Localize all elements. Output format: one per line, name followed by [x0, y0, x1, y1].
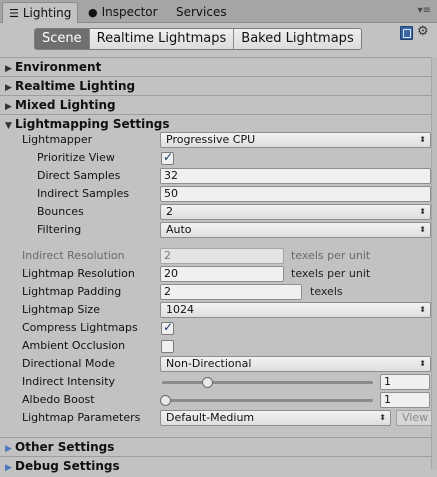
- dropdown-arrow-icon: ⬍: [419, 225, 426, 234]
- foldout-realtime-lighting[interactable]: ▶ Realtime Lighting: [0, 76, 431, 95]
- indirect-samples-label: Indirect Samples: [37, 187, 130, 200]
- tab-menu-icon[interactable]: ▾≡: [418, 3, 431, 19]
- filtering-value: Auto: [166, 223, 192, 236]
- tab-inspector[interactable]: ● Inspector: [82, 2, 164, 22]
- lightmap-padding-field[interactable]: 2: [160, 284, 302, 300]
- lightmap-parameters-view-button[interactable]: View: [396, 410, 435, 426]
- mode-scene-button[interactable]: Scene: [35, 29, 89, 49]
- directional-mode-dropdown[interactable]: Non-Directional ⬍: [160, 356, 431, 372]
- lightmapper-label: Lightmapper: [22, 133, 93, 146]
- dropdown-arrow-icon: ⬍: [419, 305, 426, 314]
- mode-segmented-control: Scene Realtime Lightmaps Baked Lightmaps: [34, 28, 362, 50]
- lightmap-parameters-value: Default-Medium: [166, 411, 255, 424]
- lightmap-parameters-label: Lightmap Parameters: [22, 411, 141, 424]
- compress-lightmaps-checkbox[interactable]: ✓: [161, 320, 174, 335]
- indirect-intensity-label: Indirect Intensity: [22, 375, 116, 388]
- directional-mode-value: Non-Directional: [166, 357, 252, 370]
- help-book-icon[interactable]: [400, 26, 413, 40]
- bounces-value: 2: [166, 205, 173, 218]
- indirect-intensity-field[interactable]: 1: [380, 374, 430, 390]
- indirect-resolution-field: 2: [160, 248, 284, 264]
- lightmap-padding-label: Lightmap Padding: [22, 285, 122, 298]
- tab-lighting[interactable]: ☰ Lighting: [2, 2, 79, 23]
- direct-samples-field[interactable]: 32: [160, 168, 431, 184]
- albedo-boost-label: Albedo Boost: [22, 393, 95, 406]
- foldout-environment[interactable]: ▶ Environment: [0, 57, 431, 76]
- lightmapper-dropdown[interactable]: Progressive CPU ⬍: [160, 132, 431, 148]
- checkmark-icon: ✓: [163, 150, 174, 164]
- foldout-lightmapping-settings-label: Lightmapping Settings: [15, 117, 170, 131]
- albedo-boost-field[interactable]: 1: [380, 392, 430, 408]
- indirect-samples-field[interactable]: 50: [160, 186, 431, 202]
- lightmap-resolution-label: Lightmap Resolution: [22, 267, 135, 280]
- foldout-mixed-lighting-label: Mixed Lighting: [15, 98, 116, 112]
- compress-lightmaps-label: Compress Lightmaps: [22, 321, 138, 334]
- indirect-resolution-unit: texels per unit: [291, 249, 371, 262]
- vertical-scrollbar[interactable]: [431, 57, 437, 470]
- indirect-resolution-label: Indirect Resolution: [22, 249, 125, 262]
- dropdown-arrow-icon: ⬍: [419, 135, 426, 144]
- tab-inspector-label: Inspector: [101, 5, 158, 19]
- lightmap-size-value: 1024: [166, 303, 194, 316]
- direct-samples-label: Direct Samples: [37, 169, 121, 182]
- bounces-label: Bounces: [37, 205, 84, 218]
- foldout-environment-label: Environment: [15, 60, 102, 74]
- lighting-tab-icon: ☰: [9, 7, 19, 20]
- indirect-intensity-slider-thumb[interactable]: [201, 377, 213, 388]
- lightmap-parameters-dropdown[interactable]: Default-Medium ⬍: [160, 410, 391, 426]
- tab-services-label: Services: [176, 5, 227, 19]
- foldout-other-settings[interactable]: ▶ Other Settings: [0, 437, 431, 456]
- mode-realtime-lightmaps-button[interactable]: Realtime Lightmaps: [88, 29, 234, 49]
- collapsed-arrow-icon: ▶: [5, 463, 12, 473]
- lightmap-padding-unit: texels: [310, 285, 343, 298]
- settings-gear-icon[interactable]: ⚙: [417, 24, 429, 40]
- foldout-realtime-lighting-label: Realtime Lighting: [15, 79, 136, 93]
- info-icon: ●: [88, 6, 98, 19]
- mode-baked-lightmaps-button[interactable]: Baked Lightmaps: [233, 29, 361, 49]
- foldout-debug-settings[interactable]: ▶ Debug Settings: [0, 456, 431, 475]
- dropdown-arrow-icon: ⬍: [379, 413, 386, 422]
- window-tab-strip: ☰ Lighting ● Inspector Services ▾≡: [0, 0, 437, 23]
- ambient-occlusion-checkbox[interactable]: [161, 340, 174, 353]
- lightmapper-value: Progressive CPU: [166, 133, 256, 146]
- foldout-other-settings-label: Other Settings: [15, 440, 115, 454]
- lightmap-size-label: Lightmap Size: [22, 303, 100, 316]
- bounces-dropdown[interactable]: 2 ⬍: [160, 204, 431, 220]
- ambient-occlusion-label: Ambient Occlusion: [22, 339, 126, 352]
- filtering-dropdown[interactable]: Auto ⬍: [160, 222, 431, 238]
- lightmap-size-dropdown[interactable]: 1024 ⬍: [160, 302, 431, 318]
- dropdown-arrow-icon: ⬍: [419, 207, 426, 216]
- dropdown-arrow-icon: ⬍: [419, 359, 426, 368]
- directional-mode-label: Directional Mode: [22, 357, 115, 370]
- indirect-intensity-slider-track[interactable]: [162, 381, 373, 384]
- foldout-debug-settings-label: Debug Settings: [15, 459, 120, 473]
- mode-toolbar: Scene Realtime Lightmaps Baked Lightmaps…: [0, 23, 437, 57]
- checkmark-icon: ✓: [163, 320, 174, 334]
- tab-services[interactable]: Services: [170, 2, 233, 22]
- tab-lighting-label: Lighting: [22, 6, 72, 20]
- lightmap-resolution-unit: texels per unit: [291, 267, 371, 280]
- expanded-arrow-icon: ▼: [5, 121, 12, 131]
- albedo-boost-slider-thumb[interactable]: [159, 395, 171, 406]
- albedo-boost-slider-track[interactable]: [162, 399, 373, 402]
- foldout-mixed-lighting[interactable]: ▶ Mixed Lighting: [0, 95, 431, 114]
- filtering-label: Filtering: [37, 223, 82, 236]
- foldout-lightmapping-settings[interactable]: ▼ Lightmapping Settings: [0, 114, 431, 133]
- lightmap-resolution-field[interactable]: 20: [160, 266, 284, 282]
- prioritize-view-checkbox[interactable]: ✓: [161, 150, 174, 165]
- prioritize-view-label: Prioritize View: [37, 151, 115, 164]
